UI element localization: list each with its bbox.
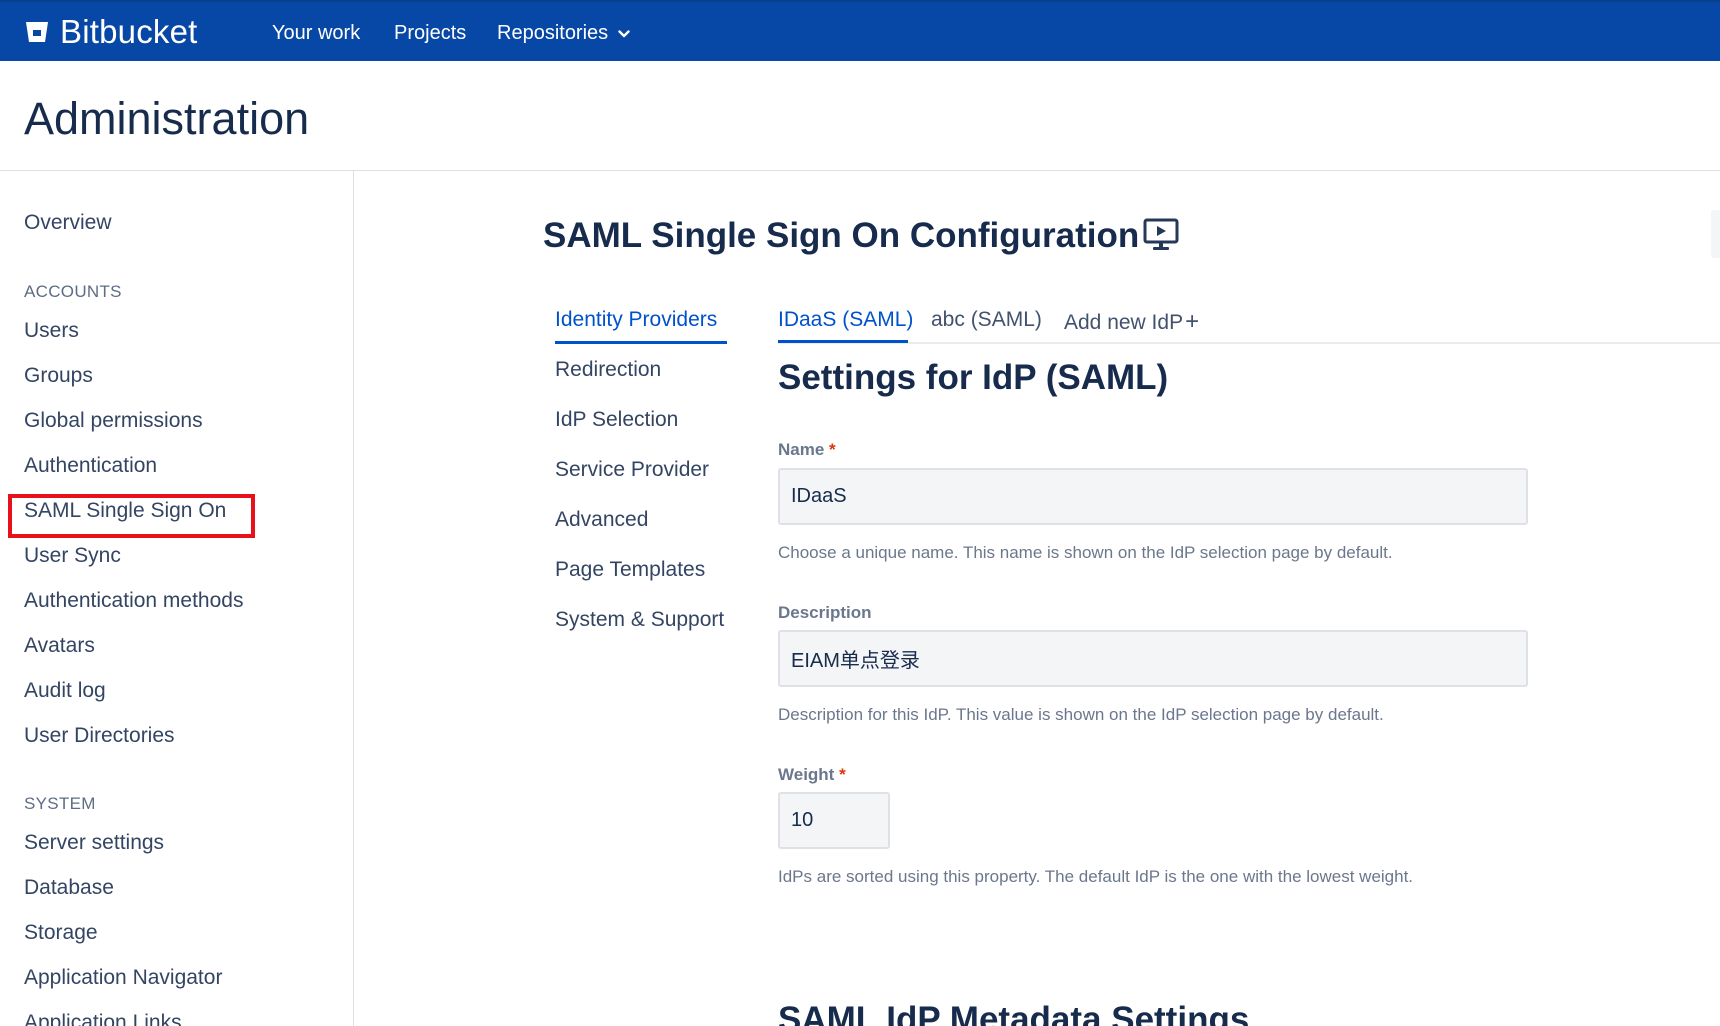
subnav-system-support[interactable]: System & Support [555,608,724,632]
name-input[interactable] [778,468,1528,525]
page-title: Administration [24,93,310,144]
tab-idaas-saml[interactable]: IDaaS (SAML) [778,308,913,332]
plus-icon: + [1185,308,1200,335]
subnav-idp-selection[interactable]: IdP Selection [555,408,678,432]
subnav-identity-providers[interactable]: Identity Providers [555,308,717,332]
subnav-redirection[interactable]: Redirection [555,358,661,382]
sidebar-item-overview[interactable]: Overview [24,211,112,235]
scrollbar-handle[interactable] [1711,210,1720,258]
selected-item-highlight [8,494,255,538]
app-name: Bitbucket [60,13,198,50]
sidebar-item-application-links[interactable]: Application Links [24,1011,182,1026]
weight-help-text: IdPs are sorted using this property. The… [778,867,1414,886]
bitbucket-logo[interactable]: Bitbucket [24,13,198,50]
tabs-divider [778,342,1720,344]
sidebar-item-avatars[interactable]: Avatars [24,634,95,658]
video-tutorial-icon[interactable] [1143,218,1179,252]
name-label-text: Name [778,440,825,459]
nav-projects[interactable]: Projects [394,22,466,45]
sidebar-item-server-settings[interactable]: Server settings [24,831,164,855]
sidebar-item-storage[interactable]: Storage [24,921,98,945]
required-indicator: * [839,765,846,784]
sidebar-item-groups[interactable]: Groups [24,364,93,388]
sidebar-item-application-navigator[interactable]: Application Navigator [24,966,222,990]
description-input[interactable] [778,630,1528,687]
description-label-text: Description [778,603,872,622]
sidebar-item-authentication-methods[interactable]: Authentication methods [24,589,243,613]
weight-label: Weight * [778,765,846,785]
required-indicator: * [829,440,836,459]
subnav-page-templates[interactable]: Page Templates [555,558,705,582]
sidebar-item-database[interactable]: Database [24,876,114,900]
weight-label-text: Weight [778,765,835,784]
tab-abc-saml[interactable]: abc (SAML) [931,308,1042,332]
config-title: SAML Single Sign On Configuration [543,216,1140,255]
nav-repositories-label: Repositories [497,22,609,44]
weight-input[interactable] [778,792,890,849]
name-help-text: Choose a unique name. This name is shown… [778,543,1393,562]
metadata-settings-title: SAML IdP Metadata Settings [778,1000,1250,1026]
sidebar-item-users[interactable]: Users [24,319,79,343]
tab-add-new-idp[interactable]: Add new IdP+ [1064,308,1199,336]
nav-repositories-dropdown[interactable]: Repositories [497,22,630,45]
tab-active-indicator [778,340,908,343]
top-navigation-bar: Bitbucket Your work Projects Repositorie… [0,0,1720,61]
tab-add-new-idp-label: Add new IdP [1064,311,1184,334]
sidebar-item-authentication[interactable]: Authentication [24,454,157,478]
description-help-text: Description for this IdP. This value is … [778,705,1384,724]
sidebar-item-user-directories[interactable]: User Directories [24,724,175,748]
subnav-service-provider[interactable]: Service Provider [555,458,709,482]
name-label: Name * [778,440,836,460]
sidebar-item-audit-log[interactable]: Audit log [24,679,106,703]
bitbucket-icon [26,22,48,42]
page-header: Administration [0,61,1720,171]
nav-your-work[interactable]: Your work [272,22,360,45]
admin-sidebar: Overview ACCOUNTS Users Groups Global pe… [0,171,354,1026]
description-label: Description [778,603,872,623]
sidebar-item-user-sync[interactable]: User Sync [24,544,121,568]
sidebar-heading-accounts: ACCOUNTS [24,282,122,301]
chevron-down-icon [618,29,630,37]
sidebar-item-global-permissions[interactable]: Global permissions [24,409,203,433]
sidebar-heading-system: SYSTEM [24,794,96,813]
section-title: Settings for IdP (SAML) [778,358,1169,397]
subnav-advanced[interactable]: Advanced [555,508,648,532]
subnav-active-indicator [555,341,727,344]
